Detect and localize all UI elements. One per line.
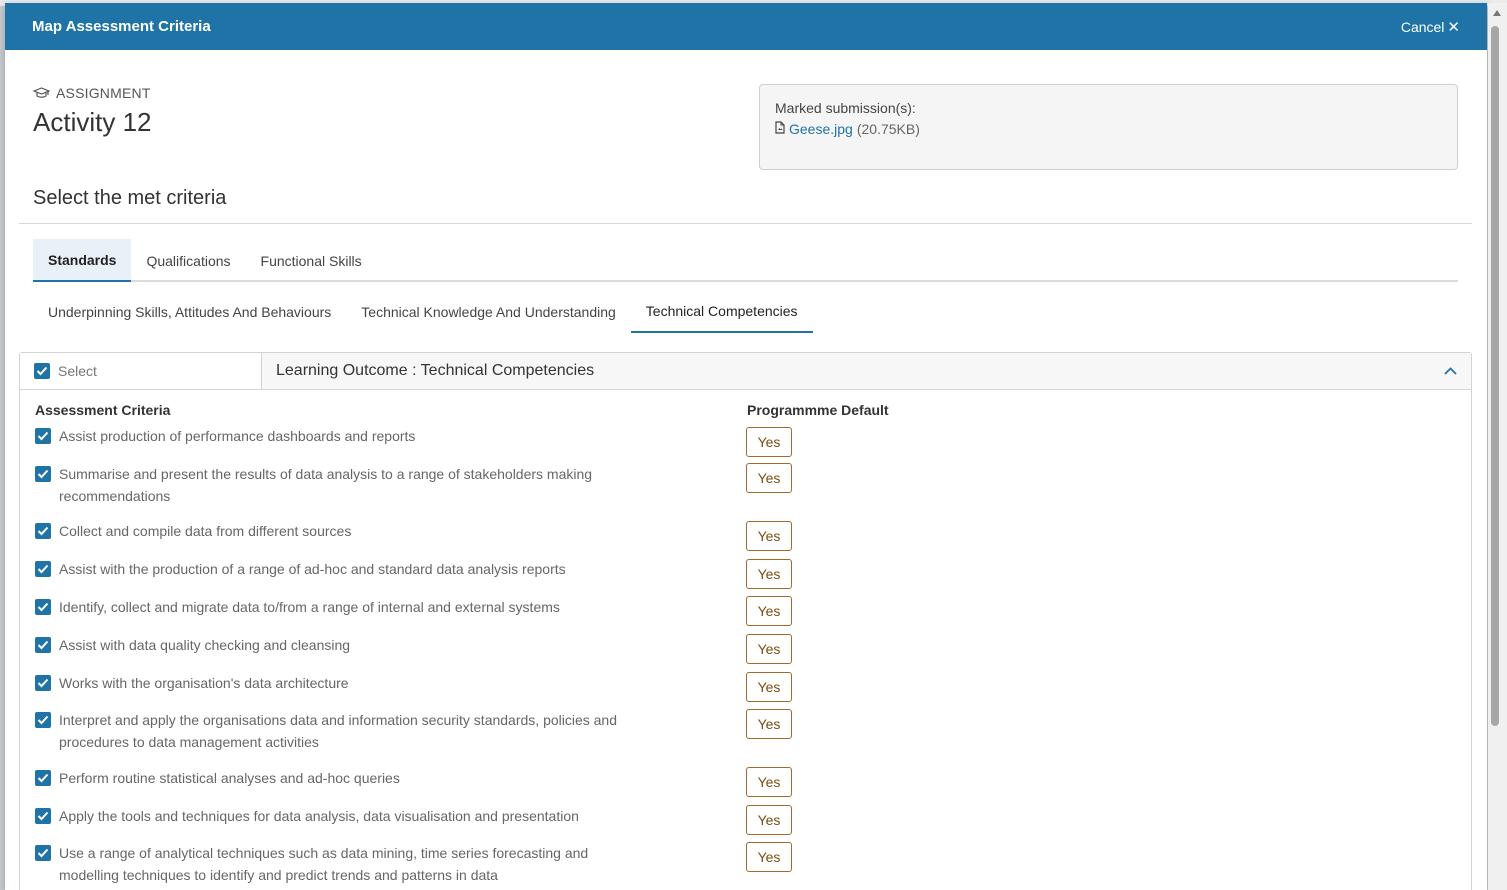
outcome-title-bar[interactable]: Learning Outcome : Technical Competencie… (262, 353, 1471, 389)
criteria-row: Apply the tools and techniques for data … (35, 805, 619, 827)
criteria-checkbox[interactable] (35, 675, 51, 691)
tab-standards[interactable]: Standards (33, 239, 132, 282)
programme-default-badge: Yes (746, 559, 792, 589)
criteria-row: Perform routine statistical analyses and… (35, 767, 619, 789)
tab-functional-skills[interactable]: Functional Skills (246, 239, 377, 282)
programme-default-badge: Yes (746, 709, 792, 739)
programme-default-badge: Yes (746, 842, 792, 872)
criteria-text: Assist production of performance dashboa… (59, 428, 416, 444)
modal-header: Map Assessment Criteria Cancel ✕ (5, 3, 1487, 50)
criteria-checkbox[interactable] (35, 561, 51, 577)
criteria-text: Perform routine statistical analyses and… (59, 770, 400, 786)
criteria-text: Identify, collect and migrate data to/fr… (59, 599, 560, 615)
criteria-row: Collect and compile data from different … (35, 520, 619, 542)
criteria-checkbox[interactable] (35, 808, 51, 824)
close-icon: ✕ (1447, 18, 1460, 36)
tab-technical-knowledge[interactable]: Technical Knowledge And Understanding (346, 290, 631, 333)
criteria-text: Use a range of analytical techniques suc… (59, 845, 589, 883)
scroll-up-arrow-icon[interactable] (1493, 10, 1501, 16)
criteria-checkbox[interactable] (35, 637, 51, 653)
criteria-checkbox[interactable] (35, 845, 51, 861)
modal-title: Map Assessment Criteria (32, 18, 211, 35)
chevron-up-icon[interactable] (1444, 367, 1457, 375)
graduation-cap-icon (33, 86, 50, 100)
criteria-row: Summarise and present the results of dat… (35, 463, 619, 507)
criteria-row: Interpret and apply the organisations da… (35, 709, 619, 753)
select-all-label: Select (58, 363, 97, 379)
column-header-default: Programmme Default (747, 402, 889, 418)
criteria-text: Collect and compile data from different … (59, 523, 352, 539)
submission-box: Marked submission(s): Geese.jpg (20.75KB… (759, 84, 1458, 170)
criteria-row: Works with the organisation's data archi… (35, 672, 619, 694)
programme-default-badge: Yes (746, 596, 792, 626)
map-assessment-modal: Map Assessment Criteria Cancel ✕ ASSIGNM… (5, 3, 1487, 890)
divider (19, 223, 1472, 224)
cancel-button[interactable]: Cancel ✕ (1401, 18, 1460, 36)
criteria-checkbox[interactable] (35, 523, 51, 539)
select-all-checkbox[interactable] (34, 363, 50, 379)
assignment-type-label: ASSIGNMENT (56, 85, 151, 101)
criteria-text: Interpret and apply the organisations da… (59, 712, 618, 750)
file-link[interactable]: Geese.jpg (789, 121, 853, 137)
secondary-tabs: Underpinning Skills, Attitudes And Behav… (33, 290, 813, 333)
criteria-checkbox[interactable] (35, 712, 51, 728)
criteria-text: Apply the tools and techniques for data … (59, 808, 579, 824)
primary-tabs: Standards Qualifications Functional Skil… (33, 239, 1458, 282)
programme-default-badge: Yes (746, 427, 792, 457)
column-header-criteria: Assessment Criteria (35, 402, 171, 418)
programme-default-badge: Yes (746, 463, 792, 493)
activity-title: Activity 12 (33, 107, 152, 137)
tab-qualifications[interactable]: Qualifications (131, 239, 245, 282)
select-all[interactable]: Select (20, 353, 262, 389)
programme-default-badge: Yes (746, 767, 792, 797)
criteria-text: Summarise and present the results of dat… (59, 466, 593, 504)
scrollbar-thumb[interactable] (1491, 26, 1499, 726)
outcome-header: Select Learning Outcome : Technical Comp… (20, 353, 1471, 390)
submission-file: Geese.jpg (20.75KB) (775, 121, 1442, 137)
criteria-checkbox[interactable] (35, 428, 51, 444)
outcome-title: Learning Outcome : Technical Competencie… (276, 362, 595, 379)
file-size: (20.75KB) (856, 121, 920, 137)
criteria-row: Assist production of performance dashboa… (35, 425, 619, 447)
programme-default-badge: Yes (746, 521, 792, 551)
criteria-text: Works with the organisation's data archi… (59, 675, 349, 691)
tab-technical-competencies[interactable]: Technical Competencies (630, 290, 813, 333)
file-icon (775, 121, 785, 137)
criteria-checkbox[interactable] (35, 599, 51, 615)
criteria-text: Assist with data quality checking and cl… (59, 637, 351, 653)
criteria-checkbox[interactable] (35, 770, 51, 786)
submission-label: Marked submission(s): (775, 100, 916, 116)
programme-default-badge: Yes (746, 805, 792, 835)
programme-default-badge: Yes (746, 672, 792, 702)
criteria-row: Identify, collect and migrate data to/fr… (35, 596, 619, 618)
criteria-row: Assist with the production of a range of… (35, 558, 619, 580)
criteria-row: Use a range of analytical techniques suc… (35, 842, 619, 886)
programme-default-badge: Yes (746, 634, 792, 664)
section-title: Select the met criteria (33, 187, 227, 209)
criteria-checkbox[interactable] (35, 466, 51, 482)
criteria-row: Assist with data quality checking and cl… (35, 634, 619, 656)
tab-underpinning-skills[interactable]: Underpinning Skills, Attitudes And Behav… (33, 290, 346, 333)
cancel-label: Cancel (1400, 18, 1445, 35)
criteria-text: Assist with the production of a range of… (59, 561, 566, 577)
learning-outcome-panel: Select Learning Outcome : Technical Comp… (19, 352, 1472, 890)
assignment-type: ASSIGNMENT (33, 85, 151, 101)
